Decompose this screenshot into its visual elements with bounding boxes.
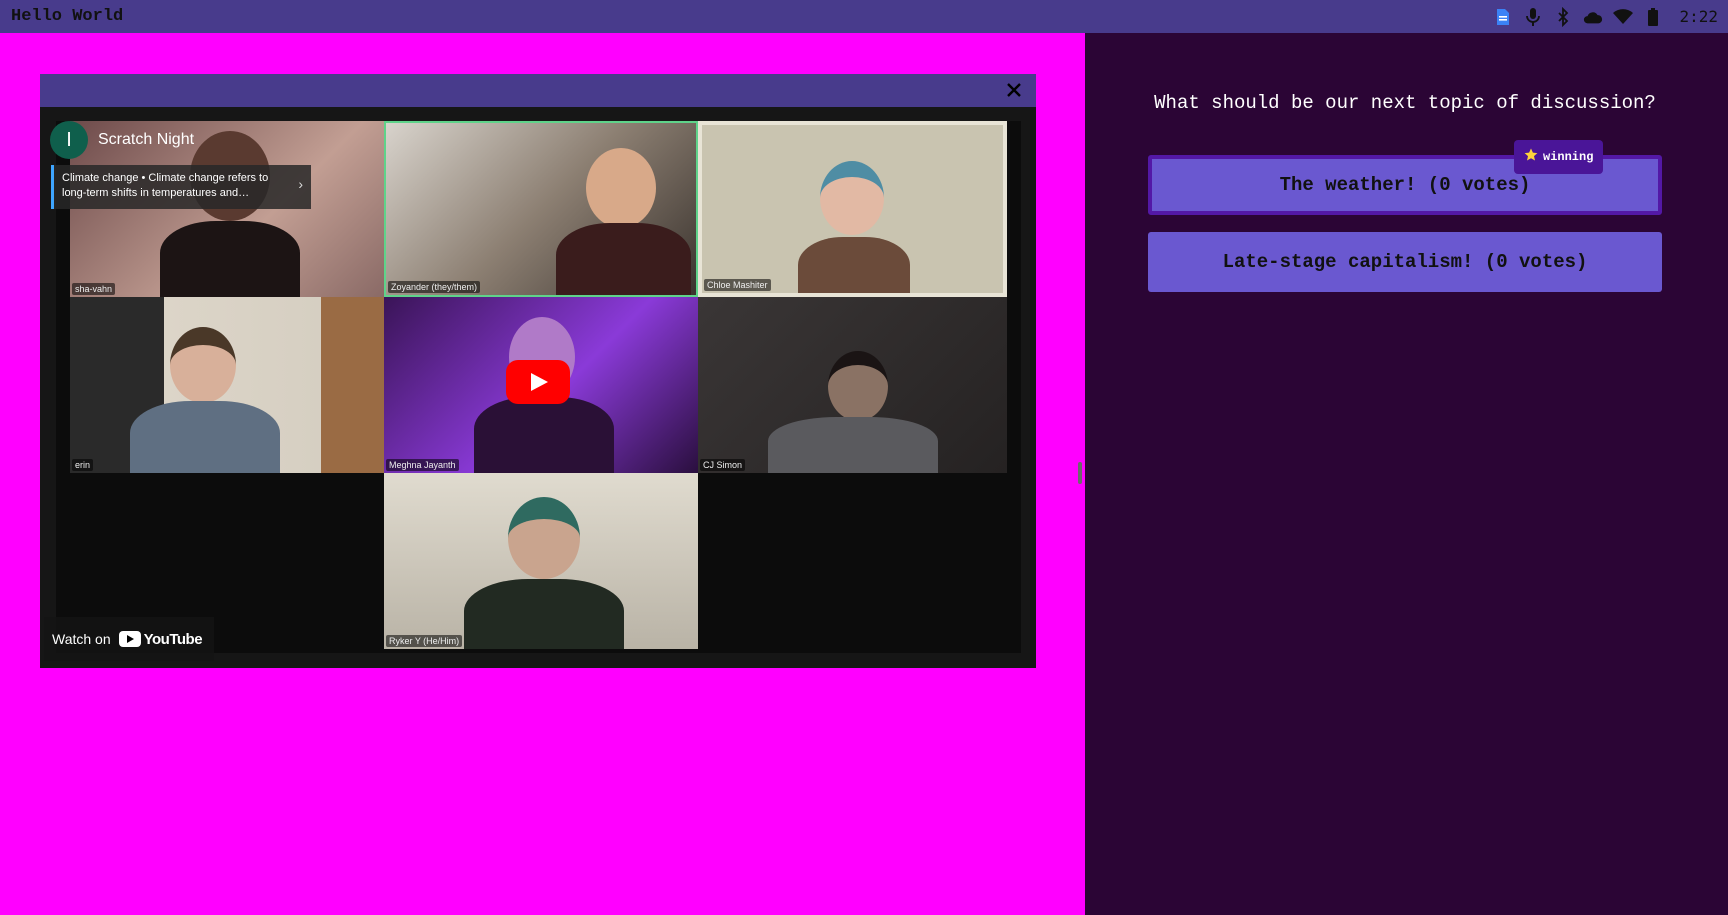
channel-header[interactable]: I Scratch Night bbox=[50, 121, 194, 159]
participant-silhouette bbox=[586, 148, 656, 228]
system-tray: 2:22 bbox=[1493, 0, 1718, 33]
close-icon[interactable] bbox=[1004, 80, 1024, 100]
clock: 2:22 bbox=[1679, 7, 1718, 26]
participant-name: Ryker Y (He/Him) bbox=[386, 635, 463, 647]
video-window: sha-vahn Zoyander (they/them) Chloe Mash… bbox=[40, 74, 1036, 668]
winning-badge: winning bbox=[1514, 140, 1604, 174]
cloud-icon[interactable] bbox=[1583, 7, 1603, 27]
participant-silhouette bbox=[464, 579, 624, 649]
top-bar: Hello World 2:22 bbox=[0, 0, 1728, 33]
battery-icon[interactable] bbox=[1643, 7, 1663, 27]
watch-on-youtube-button[interactable]: Watch on YouTube bbox=[44, 617, 215, 661]
participant-silhouette bbox=[160, 221, 300, 297]
participant-silhouette bbox=[170, 327, 236, 403]
participant-silhouette bbox=[474, 397, 614, 473]
watch-on-label: Watch on bbox=[52, 631, 111, 647]
youtube-wordmark: YouTube bbox=[143, 630, 203, 648]
poll-question: What should be our next topic of discuss… bbox=[1154, 92, 1656, 114]
participant-tile: erin bbox=[70, 297, 384, 473]
participant-silhouette bbox=[508, 497, 580, 579]
poll-option-label: Late-stage capitalism! (0 votes) bbox=[1222, 251, 1588, 273]
participant-silhouette bbox=[820, 161, 884, 235]
participant-silhouette bbox=[130, 401, 280, 473]
participant-name: Zoyander (they/them) bbox=[388, 281, 481, 293]
youtube-player[interactable]: sha-vahn Zoyander (they/them) Chloe Mash… bbox=[40, 107, 1036, 668]
participant-silhouette bbox=[798, 237, 910, 293]
participant-tile: Zoyander (they/them) bbox=[384, 121, 698, 297]
winning-label: winning bbox=[1543, 150, 1594, 164]
info-card-text: Climate change • Climate change refers t… bbox=[62, 172, 269, 199]
participant-name: sha-vahn bbox=[72, 283, 116, 295]
participant-silhouette bbox=[768, 417, 938, 473]
play-button[interactable] bbox=[506, 360, 570, 404]
info-card[interactable]: Climate change • Climate change refers t… bbox=[51, 165, 311, 209]
chevron-right-icon[interactable]: › bbox=[298, 177, 303, 192]
poll-option-label: The weather! (0 votes) bbox=[1279, 174, 1531, 196]
participant-tile: Chloe Mashiter bbox=[698, 121, 1007, 297]
bluetooth-icon[interactable] bbox=[1553, 6, 1573, 27]
participant-silhouette bbox=[828, 351, 888, 421]
participant-name: erin bbox=[72, 459, 94, 471]
poll-option-capitalism[interactable]: Late-stage capitalism! (0 votes) bbox=[1148, 232, 1662, 292]
participant-name: CJ Simon bbox=[700, 459, 746, 471]
youtube-logo: YouTube bbox=[118, 630, 203, 648]
video-title[interactable]: Scratch Night bbox=[98, 131, 194, 149]
wifi-icon[interactable] bbox=[1613, 7, 1634, 27]
channel-avatar[interactable]: I bbox=[50, 121, 88, 159]
app-title: Hello World bbox=[11, 7, 124, 26]
resize-handle[interactable] bbox=[1078, 462, 1082, 484]
youtube-play-icon bbox=[118, 631, 141, 647]
participant-name: Meghna Jayanth bbox=[386, 459, 459, 471]
participant-tile: Ryker Y (He/Him) bbox=[384, 473, 698, 649]
participant-silhouette bbox=[556, 223, 691, 295]
participant-tile: CJ Simon bbox=[698, 297, 1007, 473]
docs-icon[interactable] bbox=[1493, 7, 1513, 27]
video-titlebar bbox=[40, 74, 1036, 107]
microphone-icon[interactable] bbox=[1523, 7, 1543, 27]
participant-name: Chloe Mashiter bbox=[704, 279, 771, 291]
star-icon bbox=[1524, 148, 1538, 166]
